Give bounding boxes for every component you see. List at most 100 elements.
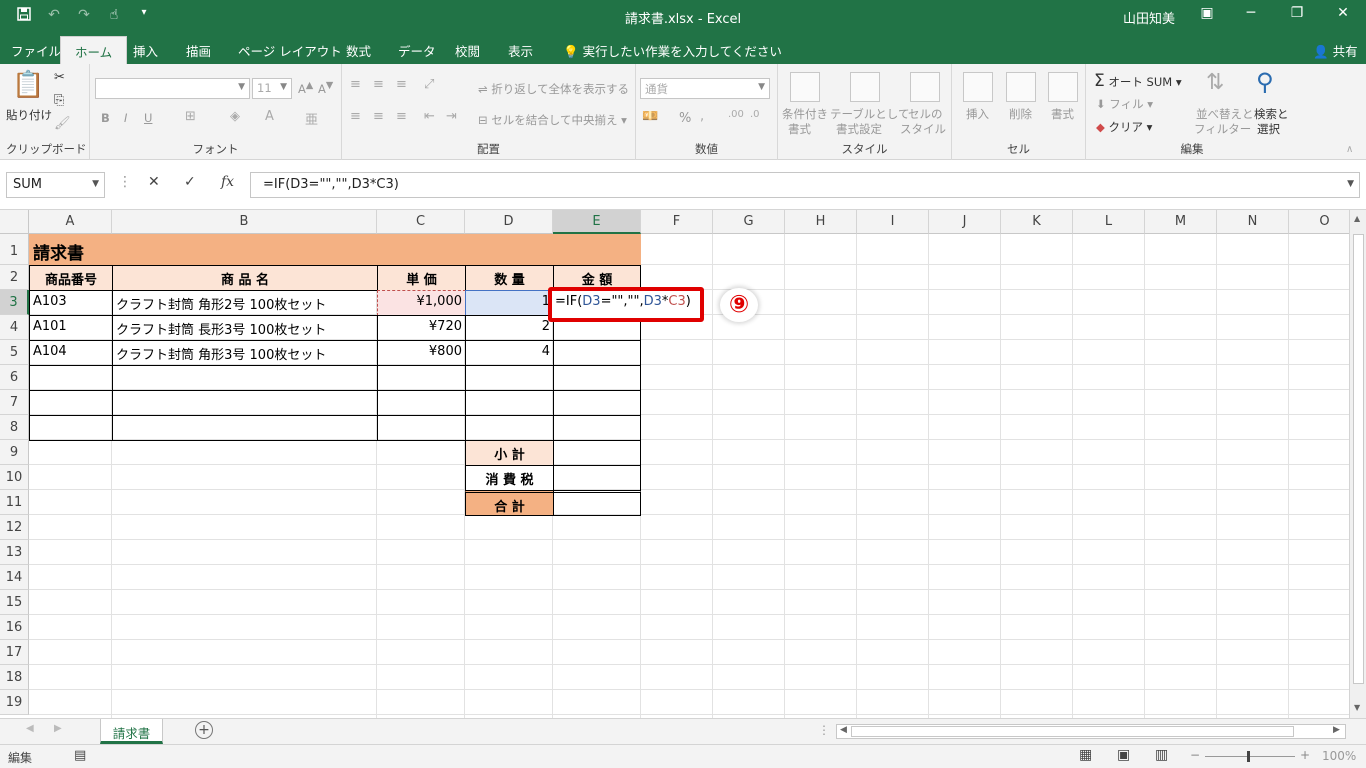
- tab-formulas[interactable]: 数式: [346, 41, 371, 60]
- clear-button[interactable]: ◆ クリア ▾: [1096, 119, 1152, 135]
- close-icon[interactable]: ✕: [1332, 5, 1354, 21]
- formula-input[interactable]: =IF(D3="","",D3*C3) ▼: [250, 172, 1360, 198]
- format-as-table-icon[interactable]: [850, 72, 880, 102]
- row-header-17[interactable]: 17: [0, 640, 29, 665]
- row-header-9[interactable]: 9: [0, 440, 29, 465]
- comma-icon[interactable]: ,: [700, 109, 704, 124]
- subtotal-value-cell[interactable]: [553, 440, 641, 466]
- cell-b5[interactable]: クラフト封筒 角形3号 100枚セット: [112, 340, 378, 366]
- col-header-m[interactable]: M: [1145, 210, 1217, 234]
- cell-d5[interactable]: 4: [465, 340, 554, 366]
- sort-filter-icon[interactable]: ⇅: [1206, 70, 1224, 95]
- enter-icon[interactable]: ✓: [184, 174, 196, 190]
- paste-button[interactable]: 貼り付け: [6, 107, 52, 123]
- tab-data[interactable]: データ: [398, 41, 436, 60]
- tab-insert[interactable]: 挿入: [133, 41, 158, 60]
- scroll-right-icon[interactable]: ▶: [1333, 725, 1340, 735]
- row-header-16[interactable]: 16: [0, 615, 29, 640]
- vertical-scrollbar[interactable]: ▲ ▼: [1349, 210, 1366, 718]
- worksheet-grid[interactable]: A B C D E F G H I J K L M N O 1 2 3 4 5 …: [0, 210, 1366, 718]
- tab-home[interactable]: ホーム: [60, 36, 128, 64]
- cell-a5[interactable]: A104: [29, 340, 113, 366]
- row-header-14[interactable]: 14: [0, 565, 29, 590]
- row-header-7[interactable]: 7: [0, 390, 29, 415]
- cell-styles-button[interactable]: セルの: [908, 106, 943, 122]
- collapse-ribbon-icon[interactable]: ∧: [1346, 144, 1353, 155]
- cell-c3[interactable]: ¥1,000: [377, 290, 466, 316]
- vertical-scroll-thumb[interactable]: [1353, 234, 1364, 684]
- font-color-icon[interactable]: A: [265, 109, 274, 124]
- table-cell[interactable]: [29, 415, 113, 441]
- align-left-icon[interactable]: ≡: [350, 109, 361, 124]
- paste-icon[interactable]: 📋: [12, 70, 44, 100]
- cell-d4[interactable]: 2: [465, 315, 554, 341]
- user-name[interactable]: 山田知美: [1123, 8, 1175, 27]
- row-header-11[interactable]: 11: [0, 490, 29, 515]
- editing-cell-formula[interactable]: =IF(D3="","",D3*C3): [553, 292, 699, 316]
- subtotal-label-cell[interactable]: 小 計: [465, 440, 554, 466]
- borders-icon[interactable]: ⊞: [185, 109, 196, 124]
- accounting-icon[interactable]: 💴: [642, 109, 658, 124]
- cell-d3[interactable]: 1: [465, 290, 554, 316]
- col-header-j[interactable]: J: [929, 210, 1001, 234]
- table-cell[interactable]: [112, 365, 378, 391]
- orientation-icon[interactable]: ⤢: [424, 77, 434, 92]
- format-cells-icon[interactable]: [1048, 72, 1078, 102]
- italic-button[interactable]: I: [124, 111, 127, 125]
- conditional-format-icon[interactable]: [790, 72, 820, 102]
- cell-e5[interactable]: [553, 340, 641, 366]
- tax-value-cell[interactable]: [553, 465, 641, 491]
- format-painter-icon[interactable]: 🖌: [54, 116, 71, 131]
- header-qty-cell[interactable]: 数 量: [465, 265, 554, 291]
- align-right-icon[interactable]: ≡: [396, 109, 407, 124]
- wrap-text-button[interactable]: ⇌ 折り返して全体を表示する: [478, 81, 629, 97]
- table-cell[interactable]: [112, 390, 378, 416]
- split-handle-icon[interactable]: ⋮: [818, 723, 830, 737]
- merge-center-button[interactable]: ⊟ セルを結合して中央揃え ▾: [478, 112, 627, 128]
- scroll-up-icon[interactable]: ▲: [1354, 214, 1360, 223]
- zoom-level[interactable]: 100%: [1322, 749, 1356, 763]
- row-header-1[interactable]: 1: [0, 234, 29, 265]
- table-cell[interactable]: [29, 390, 113, 416]
- row-header-2[interactable]: 2: [0, 265, 29, 290]
- align-top-icon[interactable]: ≡: [350, 77, 361, 92]
- minimize-icon[interactable]: ─: [1240, 5, 1262, 21]
- table-cell[interactable]: [465, 415, 554, 441]
- table-cell[interactable]: [553, 365, 641, 391]
- tab-page-layout[interactable]: ページ レイアウト: [238, 41, 342, 60]
- tell-me-search[interactable]: 💡 実行したい作業を入力してください: [563, 41, 782, 60]
- header-code-cell[interactable]: 商品番号: [29, 265, 113, 291]
- col-header-l[interactable]: L: [1073, 210, 1145, 234]
- fill-color-icon[interactable]: ◈: [230, 109, 240, 124]
- col-header-f[interactable]: F: [641, 210, 713, 234]
- row-header-8[interactable]: 8: [0, 415, 29, 440]
- underline-button[interactable]: U: [144, 111, 152, 125]
- format-as-table-button[interactable]: テーブルとして: [830, 106, 909, 122]
- format-cells-button[interactable]: 書式: [1051, 106, 1074, 122]
- share-button[interactable]: 👤 共有: [1313, 41, 1358, 60]
- delete-cells-icon[interactable]: [1006, 72, 1036, 102]
- insert-function-button[interactable]: fx: [221, 174, 234, 190]
- decrease-decimal-icon[interactable]: .0: [750, 109, 760, 120]
- cell-a4[interactable]: A101: [29, 315, 113, 341]
- table-cell[interactable]: [465, 390, 554, 416]
- bold-button[interactable]: B: [101, 111, 110, 125]
- zoom-slider-thumb[interactable]: [1247, 751, 1250, 762]
- tab-draw[interactable]: 描画: [186, 41, 211, 60]
- increase-indent-icon[interactable]: ⇥: [446, 109, 457, 124]
- find-select-icon[interactable]: ⚲: [1256, 68, 1274, 96]
- sheet-title-cell[interactable]: 請求書: [29, 234, 641, 265]
- phonetic-icon[interactable]: 亜: [305, 109, 318, 128]
- shrink-font-icon[interactable]: A▼: [318, 80, 333, 96]
- zoom-slider[interactable]: [1205, 756, 1295, 757]
- table-cell[interactable]: [29, 365, 113, 391]
- page-layout-view-icon[interactable]: ▣: [1117, 747, 1130, 763]
- table-cell[interactable]: [553, 390, 641, 416]
- page-break-view-icon[interactable]: ▥: [1155, 747, 1168, 763]
- tab-file[interactable]: ファイル: [11, 41, 61, 60]
- sheet-tab[interactable]: 請求書: [100, 719, 163, 744]
- row-header-4[interactable]: 4: [0, 315, 29, 340]
- table-cell[interactable]: [112, 415, 378, 441]
- conditional-format-button[interactable]: 条件付き: [782, 106, 828, 122]
- font-name-combo[interactable]: ▼: [95, 78, 250, 99]
